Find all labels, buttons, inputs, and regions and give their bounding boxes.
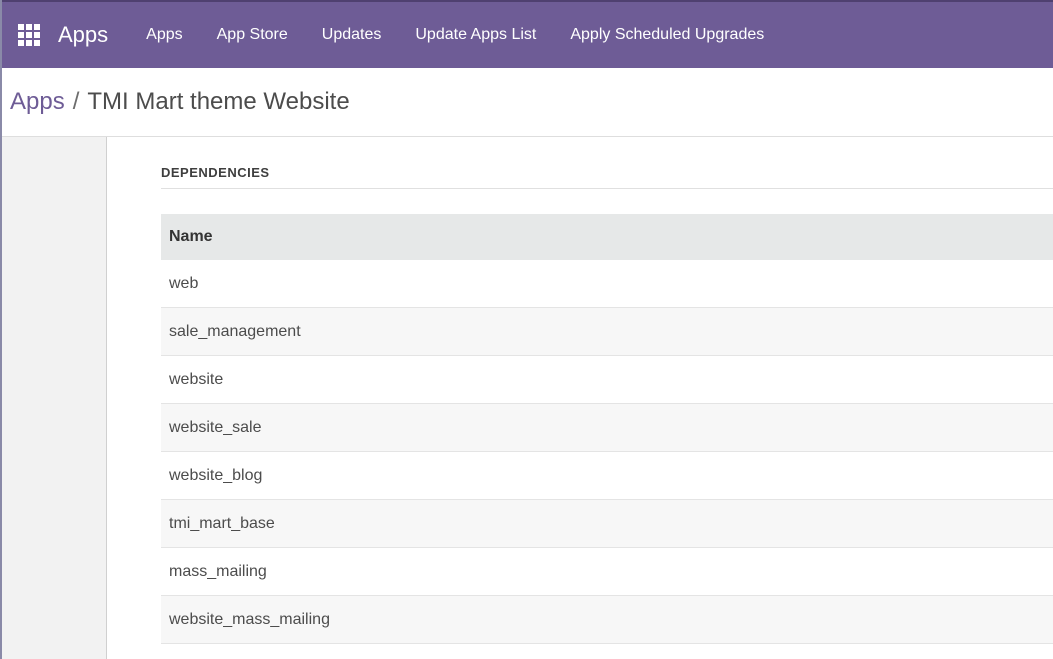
breadcrumb: Apps / TMI Mart theme Website [2, 68, 1053, 137]
column-header-label: Name [169, 228, 213, 245]
menu-apps[interactable]: Apps [146, 26, 182, 44]
breadcrumb-apps-link[interactable]: Apps [10, 88, 65, 116]
table-header-name[interactable]: Name [161, 214, 1053, 260]
dependencies-section-title: DEPENDENCIES [161, 165, 1053, 189]
table-row[interactable]: website_sale [161, 404, 1053, 452]
table-row[interactable]: tmi_mart_base [161, 500, 1053, 548]
cell-name: web [169, 274, 199, 292]
top-navbar: Apps Apps App Store Updates Update Apps … [2, 0, 1053, 68]
cell-name: website_blog [169, 466, 263, 484]
menu-updates[interactable]: Updates [322, 26, 382, 44]
breadcrumb-separator: / [72, 88, 80, 115]
menu-update-apps-list[interactable]: Update Apps List [415, 26, 536, 44]
dependencies-table: Name web sale_management website website… [161, 214, 1053, 644]
table-row[interactable]: website_blog [161, 452, 1053, 500]
page-title: TMI Mart theme Website [87, 88, 350, 115]
apps-grid-icon[interactable] [18, 24, 40, 46]
table-body: web sale_management website website_sale… [161, 260, 1053, 644]
cell-name: website_sale [169, 418, 262, 436]
form-content-area: DEPENDENCIES Name web sale_management we… [2, 137, 1053, 659]
form-sheet: DEPENDENCIES Name web sale_management we… [106, 137, 1053, 659]
table-row[interactable]: website_mass_mailing [161, 596, 1053, 644]
cell-name: website_mass_mailing [169, 610, 330, 628]
menu-apply-scheduled-upgrades[interactable]: Apply Scheduled Upgrades [570, 26, 764, 44]
table-row[interactable]: website [161, 356, 1053, 404]
app-brand-title[interactable]: Apps [58, 22, 108, 48]
table-row[interactable]: web [161, 260, 1053, 308]
cell-name: tmi_mart_base [169, 514, 275, 532]
menu-app-store[interactable]: App Store [217, 26, 288, 44]
top-menu: Apps App Store Updates Update Apps List … [146, 26, 798, 44]
cell-name: website [169, 370, 224, 388]
table-row[interactable]: mass_mailing [161, 548, 1053, 596]
app-window: Apps Apps App Store Updates Update Apps … [0, 0, 1053, 659]
cell-name: mass_mailing [169, 562, 267, 580]
cell-name: sale_management [169, 322, 301, 340]
table-row[interactable]: sale_management [161, 308, 1053, 356]
